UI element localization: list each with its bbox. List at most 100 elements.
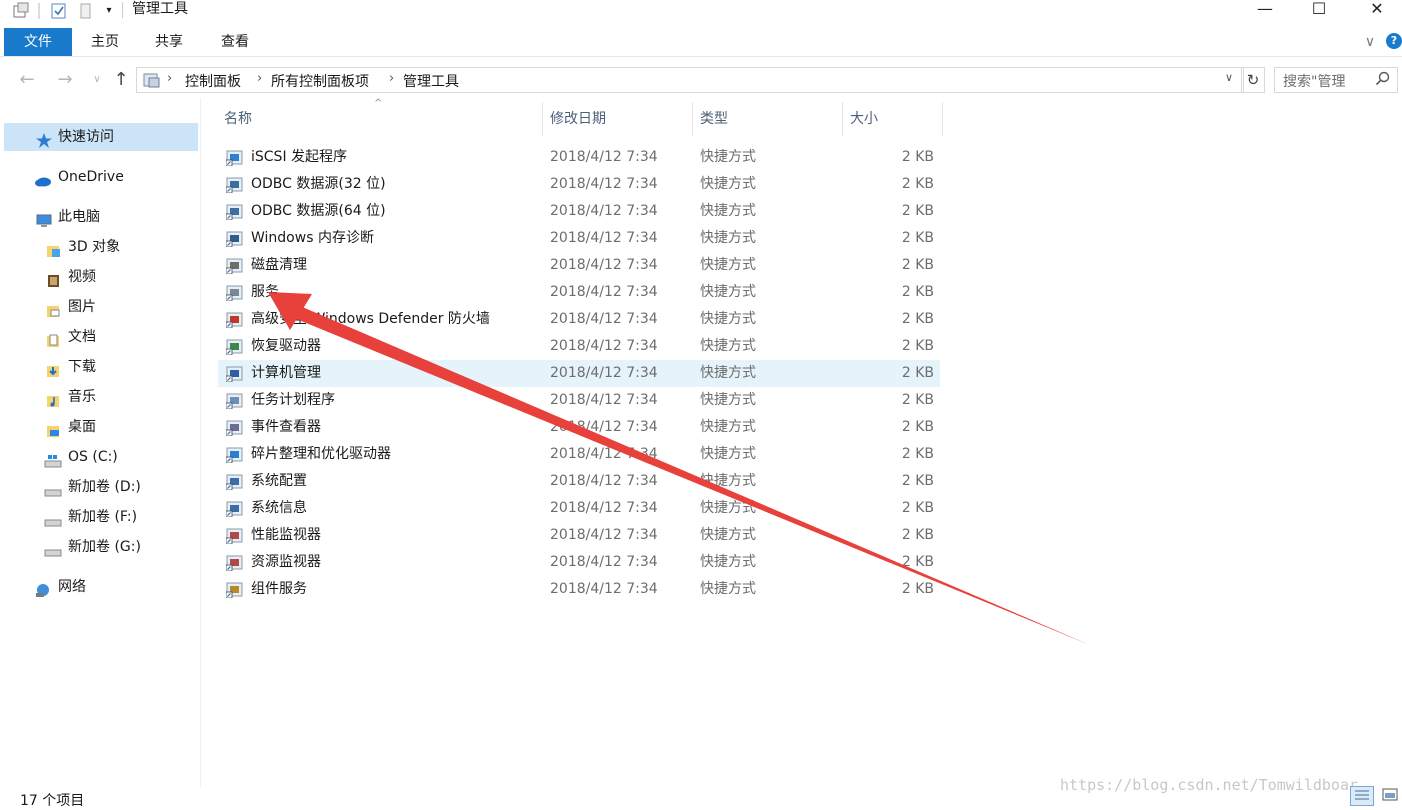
forward-arrow-icon[interactable]: → (54, 69, 76, 91)
address-dropdown-icon[interactable]: ∨ (1225, 71, 1233, 84)
up-arrow-icon[interactable]: ↑ (110, 69, 132, 91)
large-icons-view-icon[interactable] (1380, 786, 1400, 804)
file-size: 2 KB (901, 581, 934, 597)
file-row[interactable]: 资源监视器 2018/4/12 7:34 快捷方式 2 KB (218, 549, 940, 576)
properties-icon[interactable] (12, 2, 30, 20)
column-header-size[interactable]: 大小 (850, 102, 878, 136)
file-name: 服务 (251, 284, 279, 300)
nav-drive-c[interactable]: OS (C:) (4, 443, 198, 471)
details-view-icon[interactable] (1350, 786, 1374, 806)
file-size: 2 KB (901, 257, 934, 273)
file-type: 快捷方式 (700, 446, 756, 462)
checklist-icon[interactable] (50, 2, 68, 20)
file-row[interactable]: 性能监视器 2018/4/12 7:34 快捷方式 2 KB (218, 522, 940, 549)
nav-drive-g[interactable]: 新加卷 (G:) (4, 533, 198, 561)
file-row[interactable]: 组件服务 2018/4/12 7:34 快捷方式 2 KB (218, 576, 940, 603)
nav-onedrive[interactable]: OneDrive (4, 163, 198, 191)
column-headers: 名称 修改日期 类型 大小 (218, 102, 944, 136)
column-header-date[interactable]: 修改日期 (550, 102, 606, 136)
drive-icon (44, 480, 62, 497)
file-row[interactable]: 服务 2018/4/12 7:34 快捷方式 2 KB (218, 279, 940, 306)
nav-videos[interactable]: 视频 (4, 263, 198, 291)
address-bar[interactable]: › 控制面板 › 所有控制面板项 › 管理工具 ∨ (136, 67, 1244, 93)
nav-quick-access[interactable]: 快速访问 (4, 123, 198, 151)
search-icon[interactable] (1375, 71, 1391, 91)
back-arrow-icon[interactable]: ← (16, 69, 38, 91)
nav-drive-d[interactable]: 新加卷 (D:) (4, 473, 198, 501)
nav-label: 视频 (68, 269, 96, 285)
ribbon-collapse-icon[interactable]: ∨ (1360, 28, 1380, 56)
downloads-folder-icon (46, 360, 61, 377)
tab-view[interactable]: 查看 (214, 28, 256, 56)
ribbon-tabs: 文件 主页 共享 查看 ∨ ? (0, 28, 1402, 56)
nav-music[interactable]: 音乐 (4, 383, 198, 411)
shortcut-icon (225, 446, 244, 464)
shortcut-icon (225, 257, 244, 275)
recent-locations-icon[interactable]: ∨ (86, 69, 108, 91)
nav-pictures[interactable]: 图片 (4, 293, 198, 321)
nav-documents[interactable]: 文档 (4, 323, 198, 351)
tab-file[interactable]: 文件 (4, 28, 72, 56)
file-row[interactable]: Windows 内存诊断 2018/4/12 7:34 快捷方式 2 KB (218, 225, 940, 252)
maximize-button[interactable]: ☐ (1296, 0, 1342, 20)
shortcut-icon (225, 311, 244, 329)
tab-home[interactable]: 主页 (84, 28, 126, 56)
customize-toolbar-icon[interactable]: ▾ (100, 2, 118, 20)
file-name: 磁盘清理 (251, 257, 307, 273)
file-date: 2018/4/12 7:34 (550, 527, 658, 543)
folder-pin-icon[interactable] (78, 2, 96, 20)
file-row[interactable]: ODBC 数据源(64 位) 2018/4/12 7:34 快捷方式 2 KB (218, 198, 940, 225)
file-date: 2018/4/12 7:34 (550, 284, 658, 300)
breadcrumb-all-items[interactable]: 所有控制面板项 (271, 71, 369, 91)
file-size: 2 KB (901, 203, 934, 219)
close-button[interactable]: ✕ (1354, 0, 1400, 20)
file-row[interactable]: ODBC 数据源(32 位) 2018/4/12 7:34 快捷方式 2 KB (218, 171, 940, 198)
search-box[interactable]: 搜索"管理 (1274, 67, 1398, 93)
file-size: 2 KB (901, 446, 934, 462)
file-size: 2 KB (901, 338, 934, 354)
column-separator[interactable] (692, 102, 693, 136)
file-type: 快捷方式 (700, 311, 756, 327)
file-type: 快捷方式 (700, 230, 756, 246)
nav-this-pc[interactable]: 此电脑 (4, 203, 198, 231)
help-icon[interactable]: ? (1386, 33, 1402, 49)
desktop-folder-icon (46, 420, 61, 437)
file-row[interactable]: 计算机管理 2018/4/12 7:34 快捷方式 2 KB (218, 360, 940, 387)
file-size: 2 KB (901, 527, 934, 543)
column-separator[interactable] (542, 102, 543, 136)
file-type: 快捷方式 (700, 257, 756, 273)
file-date: 2018/4/12 7:34 (550, 203, 658, 219)
file-row[interactable]: 磁盘清理 2018/4/12 7:34 快捷方式 2 KB (218, 252, 940, 279)
column-header-name[interactable]: 名称 (224, 102, 252, 136)
file-name: 碎片整理和优化驱动器 (251, 446, 391, 462)
music-folder-icon (46, 390, 61, 407)
minimize-button[interactable]: — (1242, 0, 1288, 20)
nav-downloads[interactable]: 下载 (4, 353, 198, 381)
breadcrumb-admin-tools[interactable]: 管理工具 (403, 71, 459, 91)
tab-share[interactable]: 共享 (148, 28, 190, 56)
file-row[interactable]: 事件查看器 2018/4/12 7:34 快捷方式 2 KB (218, 414, 940, 441)
nav-desktop[interactable]: 桌面 (4, 413, 198, 441)
nav-3d-objects[interactable]: 3D 对象 (4, 233, 198, 261)
file-row[interactable]: 高级安全 Windows Defender 防火墙 2018/4/12 7:34 快… (218, 306, 940, 333)
file-date: 2018/4/12 7:34 (550, 392, 658, 408)
column-header-type[interactable]: 类型 (700, 102, 728, 136)
file-row[interactable]: 任务计划程序 2018/4/12 7:34 快捷方式 2 KB (218, 387, 940, 414)
computer-icon (36, 210, 52, 227)
column-separator[interactable] (842, 102, 843, 136)
file-row[interactable]: 系统配置 2018/4/12 7:34 快捷方式 2 KB (218, 468, 940, 495)
file-name: iSCSI 发起程序 (251, 149, 348, 165)
shortcut-icon (225, 500, 244, 518)
file-row[interactable]: 恢复驱动器 2018/4/12 7:34 快捷方式 2 KB (218, 333, 940, 360)
file-row[interactable]: iSCSI 发起程序 2018/4/12 7:34 快捷方式 2 KB (218, 144, 940, 171)
file-row[interactable]: 系统信息 2018/4/12 7:34 快捷方式 2 KB (218, 495, 940, 522)
shortcut-icon (225, 419, 244, 437)
toolbar-divider (38, 3, 40, 19)
breadcrumb-control-panel[interactable]: 控制面板 (185, 71, 241, 91)
file-row[interactable]: 碎片整理和优化驱动器 2018/4/12 7:34 快捷方式 2 KB (218, 441, 940, 468)
refresh-button[interactable]: ↻ (1241, 67, 1265, 93)
file-name: 事件查看器 (251, 419, 321, 435)
column-separator[interactable] (942, 102, 943, 136)
nav-network[interactable]: 网络 (4, 573, 198, 601)
nav-drive-f[interactable]: 新加卷 (F:) (4, 503, 198, 531)
